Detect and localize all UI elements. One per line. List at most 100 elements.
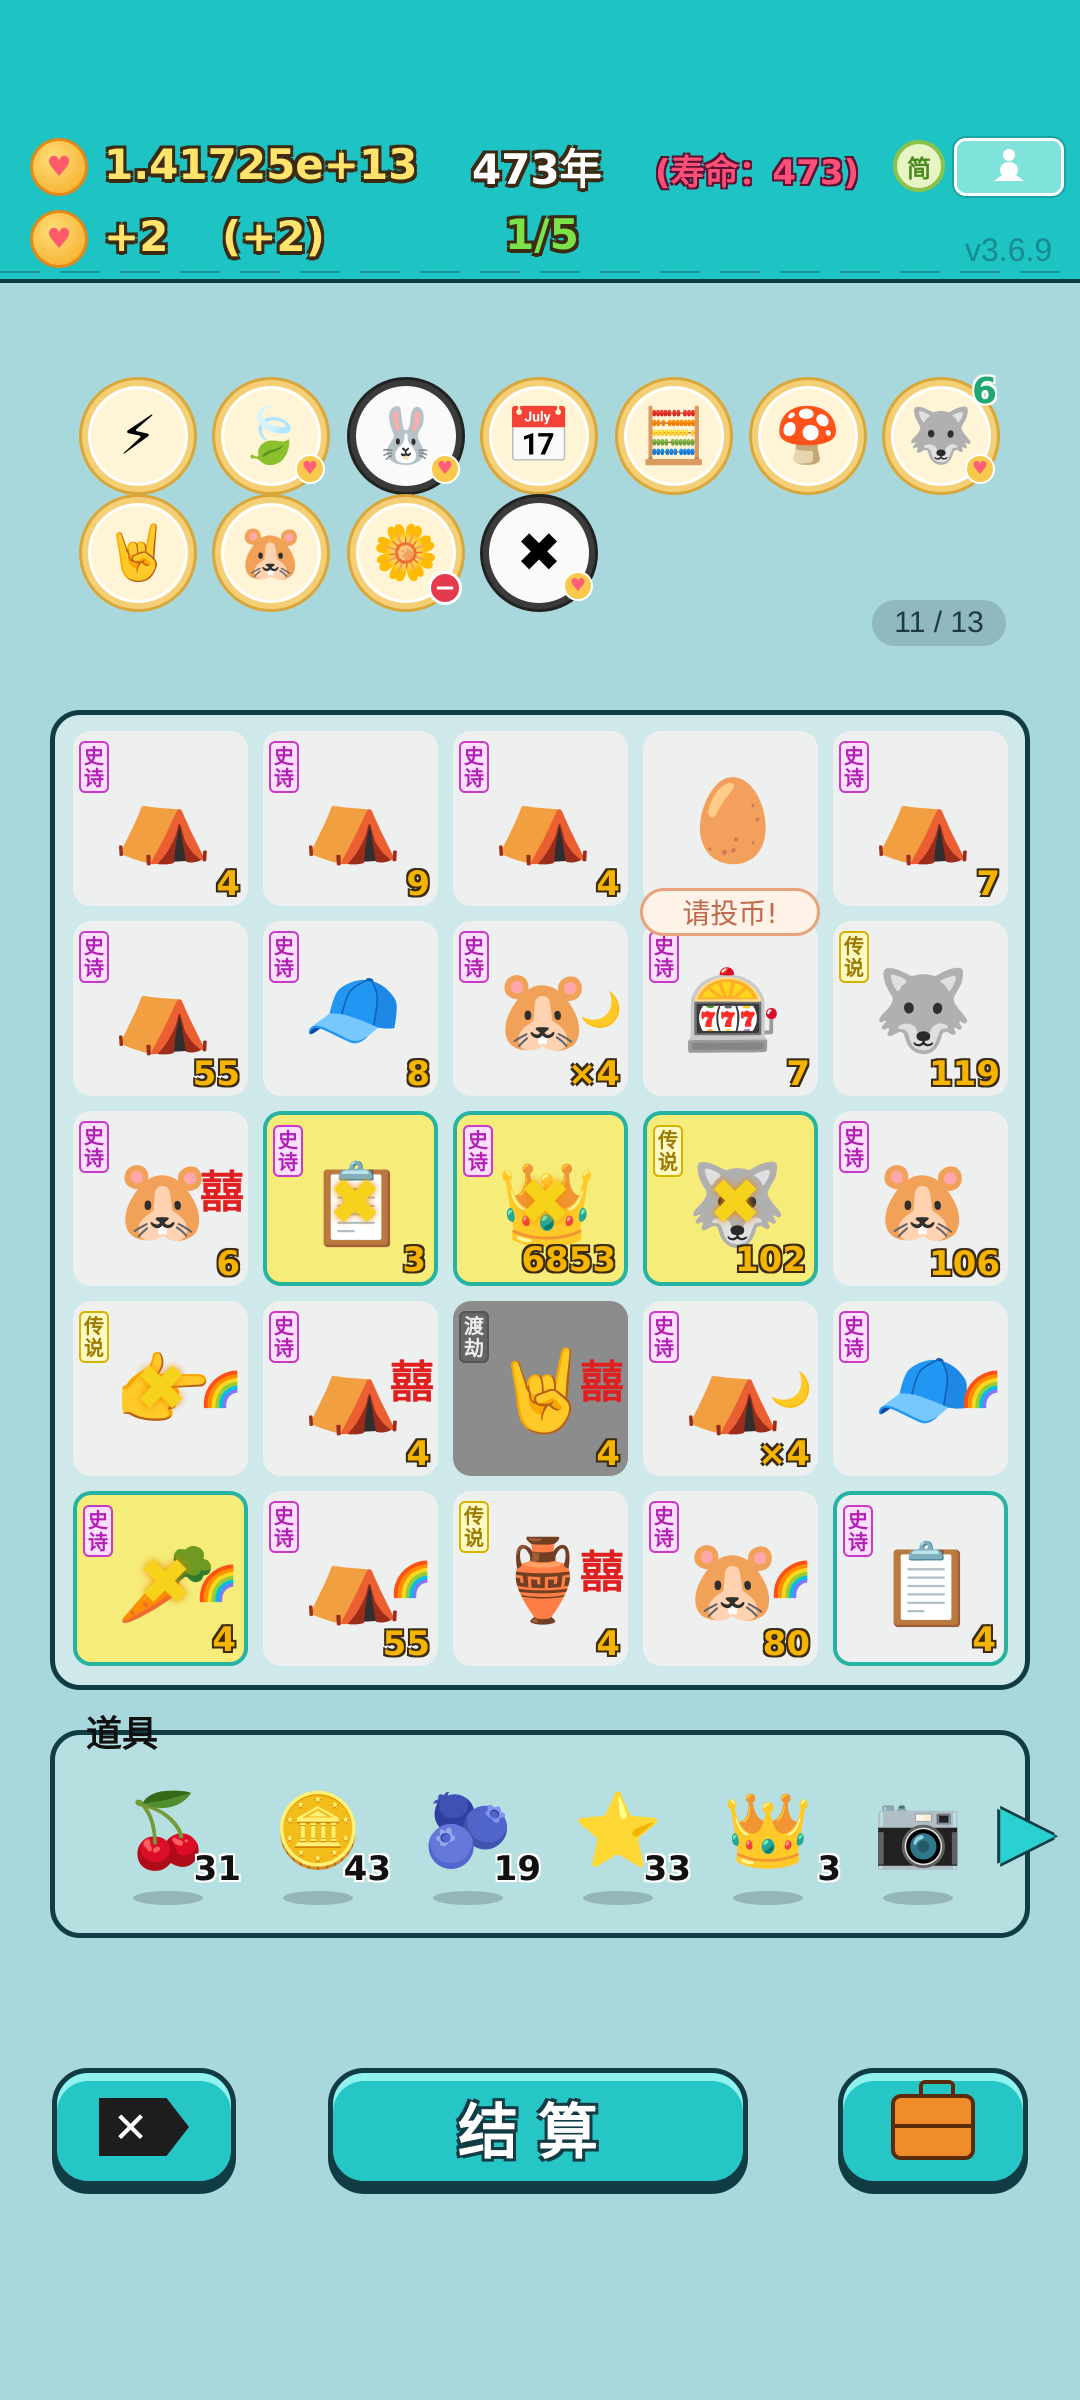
board-cell[interactable]: 传说 👉 🌈 ✖ bbox=[73, 1301, 248, 1476]
board-cell[interactable]: 史诗 ⛺ 囍 4 bbox=[263, 1301, 438, 1476]
item-slot[interactable]: 🫐 19 bbox=[413, 1775, 541, 1905]
green-hat-man-icon: 🧢 bbox=[303, 964, 403, 1057]
buff-slot[interactable]: 📅 bbox=[483, 380, 595, 492]
board-cell[interactable]: 史诗 📋 ✖ 3 bbox=[263, 1111, 438, 1286]
buff-slot[interactable]: 🐰 ♥ bbox=[350, 380, 462, 492]
double-happiness-icon: 囍 bbox=[390, 1357, 434, 1408]
cross-mark-icon: ✖ bbox=[328, 1166, 382, 1240]
settle-label: 结算 bbox=[458, 2097, 618, 2168]
cell-value: ×4 bbox=[757, 1434, 810, 1474]
item-shadow bbox=[283, 1891, 353, 1905]
calendar-icon: 📅 bbox=[505, 404, 573, 467]
buff-slot[interactable]: ✖ ♥ bbox=[483, 497, 595, 609]
cell-value: 6 bbox=[216, 1244, 240, 1284]
income-value: +2 bbox=[104, 212, 169, 261]
cell-value: 4 bbox=[972, 1620, 996, 1660]
moon-icon: 🌙 bbox=[769, 1370, 812, 1410]
board-cell[interactable]: 史诗 🐹 囍 6 bbox=[73, 1111, 248, 1286]
board-cell[interactable]: 史诗 🥕 🌈 ✖ 4 bbox=[73, 1491, 248, 1666]
cell-value: 4 bbox=[596, 864, 620, 904]
board-cell[interactable]: 传说 🐺 ✖ 102 bbox=[643, 1111, 818, 1286]
board-cell[interactable]: 史诗 ⛺ 🌙 ×4 bbox=[643, 1301, 818, 1476]
rabbit-icon: 🐰 bbox=[372, 404, 440, 467]
board-cell[interactable]: 渡劫 🤘 囍 4 bbox=[453, 1301, 628, 1476]
board-cell[interactable]: 史诗 ⛺ 9 bbox=[263, 731, 438, 906]
buff-slot[interactable]: 🧮 bbox=[618, 380, 730, 492]
husky-king-icon: 🐺 bbox=[873, 964, 973, 1057]
tent-rabbit-icon: ⛺ bbox=[873, 774, 973, 867]
lifespan-label: (寿命：473) bbox=[655, 153, 860, 193]
cell-value: 7 bbox=[786, 1054, 810, 1094]
version-label: v3.6.9 bbox=[965, 232, 1053, 268]
buff-slot[interactable]: 🤘 bbox=[82, 497, 194, 609]
game-board: 史诗 ⛺ 4 史诗 ⛺ 9 史诗 ⛺ 4 🥚 史诗 ⛺ 7 史诗 ⛺ 55 史诗 🧢 8 史诗 🐹 🌙 ×4 史诗 🎰 7 传说 🐺 1… bbox=[50, 710, 1030, 1690]
buff-slot[interactable]: 🐹 bbox=[215, 497, 327, 609]
cross-mark-icon: ✖ bbox=[518, 1166, 572, 1240]
double-happiness-icon: 囍 bbox=[580, 1547, 624, 1598]
simplified-chinese-button[interactable]: 简 bbox=[893, 140, 945, 192]
board-cell[interactable]: 史诗 ⛺ 55 bbox=[73, 921, 248, 1096]
cell-value: 102 bbox=[735, 1240, 806, 1280]
board-cell[interactable]: 传说 🐺 119 bbox=[833, 921, 1008, 1096]
leaf-icon: 🍃 bbox=[237, 404, 305, 467]
cell-value: 55 bbox=[192, 1054, 240, 1094]
board-cell[interactable]: 史诗 🧢 🌈 bbox=[833, 1301, 1008, 1476]
tent-rabbit-icon: ⛺ bbox=[113, 774, 213, 867]
delete-button[interactable]: ✕ bbox=[52, 2068, 236, 2186]
cell-value: 6853 bbox=[521, 1240, 616, 1280]
items-next-arrow-icon[interactable]: ▶ bbox=[1000, 1790, 1060, 1870]
board-cell[interactable]: 史诗 ⛺ 4 bbox=[73, 731, 248, 906]
cell-value: 8 bbox=[406, 1054, 430, 1094]
buff-slot[interactable]: 🌼 − bbox=[350, 497, 462, 609]
gopher-icon: 🐹 bbox=[873, 1154, 973, 1247]
cell-value: 3 bbox=[402, 1240, 426, 1280]
buff-slot[interactable]: ⚡ bbox=[82, 380, 194, 492]
board-cell[interactable]: 史诗 🐹 🌈 80 bbox=[643, 1491, 818, 1666]
item-shadow bbox=[733, 1891, 803, 1905]
buff-slot[interactable]: 🍃 ♥ bbox=[215, 380, 327, 492]
buff-page-indicator: 11 / 13 bbox=[872, 600, 1006, 646]
board-cell[interactable]: 史诗 🐹 106 bbox=[833, 1111, 1008, 1286]
buff-slot[interactable]: 🐺 ♥ 6 bbox=[885, 374, 997, 492]
board-cell[interactable]: 🥚 bbox=[643, 731, 818, 906]
cell-value: 4 bbox=[216, 864, 240, 904]
item-slot[interactable]: 🪙 43 bbox=[263, 1775, 391, 1905]
gophers-icon: 🐹 bbox=[237, 521, 305, 584]
math-face-icon: 🧮 bbox=[640, 404, 708, 467]
board-cell[interactable]: 史诗 👑 ✖ 6853 bbox=[453, 1111, 628, 1286]
gacha-machine-icon: 🎰 bbox=[683, 964, 783, 1057]
board-cell[interactable]: 史诗 🐹 🌙 ×4 bbox=[453, 921, 628, 1096]
item-shadow bbox=[583, 1891, 653, 1905]
item-count: 31 bbox=[193, 1849, 241, 1889]
board-cell[interactable]: 史诗 🎰 7 bbox=[643, 921, 818, 1096]
settle-button[interactable]: 结算 bbox=[328, 2068, 748, 2186]
buff-slot[interactable]: 🍄 bbox=[752, 380, 864, 492]
board-cell[interactable]: 史诗 🧢 8 bbox=[263, 921, 438, 1096]
items-title: 道具 bbox=[86, 1714, 159, 1755]
item-slot[interactable]: 🍒 31 bbox=[113, 1775, 241, 1905]
tent-rabbit-icon: ⛺ bbox=[113, 964, 213, 1057]
double-happiness-icon: 囍 bbox=[200, 1167, 244, 1218]
minus-badge-icon: − bbox=[428, 571, 462, 605]
board-cell[interactable]: 史诗 ⛺ 4 bbox=[453, 731, 628, 906]
item-count: 3 bbox=[817, 1849, 841, 1889]
item-slot[interactable]: 📷 bbox=[863, 1775, 983, 1905]
heart-badge-icon: ♥ bbox=[563, 571, 593, 601]
board-cell[interactable]: 史诗 ⛺ 7 bbox=[833, 731, 1008, 906]
cell-value: ×4 bbox=[567, 1054, 620, 1094]
item-slot[interactable]: ⭐ 33 bbox=[563, 1775, 691, 1905]
board-cell[interactable]: 史诗 📋 4 bbox=[833, 1491, 1008, 1666]
items-panel: 🍒 31 🪙 43 🫐 19 ⭐ 33 👑 3 📷 bbox=[50, 1730, 1030, 1938]
board-cell[interactable]: 史诗 ⛺ 🌈 55 bbox=[263, 1491, 438, 1666]
rainbow-icon: 🌈 bbox=[959, 1370, 1002, 1410]
board-cell[interactable]: 传说 🏺 囍 4 bbox=[453, 1491, 628, 1666]
meditate-button[interactable] bbox=[954, 138, 1064, 196]
backpack-button[interactable] bbox=[838, 2068, 1028, 2186]
heart-coin-income-icon: ♥ bbox=[30, 210, 88, 268]
cell-value: 106 bbox=[929, 1244, 1000, 1284]
husky-icon: 🐺 bbox=[907, 404, 975, 467]
egg-icon: 🥚 bbox=[683, 774, 783, 867]
item-slot[interactable]: 👑 3 bbox=[713, 1775, 841, 1905]
item-count: 33 bbox=[643, 1849, 691, 1889]
flower-pot-icon: 🌼 bbox=[372, 521, 440, 584]
